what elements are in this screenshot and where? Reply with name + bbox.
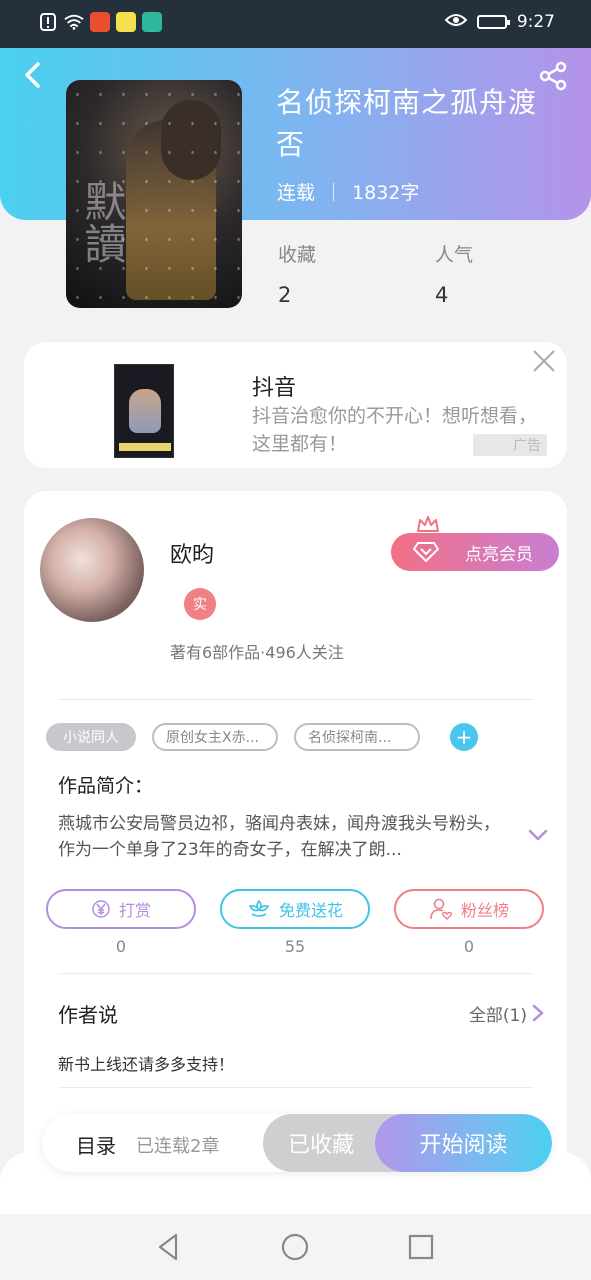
- divider: [58, 1087, 533, 1088]
- book-meta: 连载 1832字: [277, 178, 419, 205]
- ad-card[interactable]: 抖音 抖音治愈你的不开心！想听想看，这里都有！ 广告: [24, 342, 567, 468]
- back-icon[interactable]: [18, 60, 48, 90]
- reward-label: 打赏: [118, 901, 151, 920]
- ad-thumbnail[interactable]: [114, 364, 174, 458]
- book-detail-card: 欧昀 实 著有6部作品·496人关注 点亮会员 小说同人 原创女主X赤... 名…: [24, 491, 567, 1191]
- meta-divider: [333, 182, 335, 201]
- toc-button[interactable]: 目录: [76, 1130, 116, 1159]
- fan-count: 0: [463, 937, 475, 956]
- verified-badge: 实: [184, 588, 216, 620]
- eye-icon: [444, 12, 468, 32]
- vip-button[interactable]: 点亮会员: [391, 533, 559, 571]
- send-flower-button[interactable]: 免费送花: [220, 889, 370, 929]
- intro-text[interactable]: 燕城市公安局警员边祁，骆闻舟表妹，闻舟渡我头号粉头，作为一个单身了23年的奇女子…: [58, 811, 506, 863]
- alert-icon: [38, 12, 58, 32]
- avatar[interactable]: [40, 518, 144, 622]
- chevron-right-icon[interactable]: [531, 1003, 545, 1023]
- diamond-icon: [413, 542, 439, 562]
- add-tag-icon[interactable]: +: [450, 723, 478, 751]
- start-reading-button[interactable]: 开始阅读: [375, 1114, 552, 1172]
- reward-button[interactable]: 打赏: [46, 889, 196, 929]
- divider: [58, 973, 533, 974]
- nav-back-icon[interactable]: [154, 1232, 184, 1262]
- ad-title: 抖音: [252, 376, 297, 401]
- nav-home-icon[interactable]: [280, 1232, 310, 1262]
- stat-label: 人气: [435, 244, 474, 266]
- intro-label: 作品简介：: [58, 775, 154, 797]
- ad-label: 广告: [473, 434, 547, 456]
- tag-list: 小说同人 原创女主X赤... 名侦探柯南... +: [46, 723, 478, 751]
- serial-status: 连载: [277, 182, 316, 204]
- vip-button-label: 点亮会员: [465, 544, 533, 565]
- system-nav-bar: [0, 1214, 591, 1280]
- send-flower-label: 免费送花: [278, 901, 343, 920]
- bottom-action-bar: 目录 已连载2章 已收藏 开始阅读: [42, 1114, 552, 1172]
- stat-favorites: 收藏 2: [278, 240, 316, 307]
- yen-icon: [92, 900, 110, 918]
- stat-popularity: 人气 4: [435, 240, 473, 307]
- clock: 9:27: [516, 12, 555, 32]
- flower-icon: [248, 899, 270, 917]
- word-count: 1832字: [352, 182, 420, 204]
- fan-ranking-button[interactable]: 粉丝榜: [394, 889, 544, 929]
- wifi-icon: [64, 12, 84, 32]
- author-says-title: 作者说: [58, 1003, 118, 1027]
- author-says-text: 新书上线还请多多支持！: [58, 1055, 235, 1074]
- author-works-info: 著有6部作品·496人关注: [170, 643, 344, 662]
- collected-label: 已收藏: [287, 1133, 354, 1158]
- tag-chip[interactable]: 名侦探柯南...: [294, 723, 420, 751]
- book-title: 名侦探柯南之孤舟渡否: [276, 86, 538, 161]
- reward-count: 0: [115, 937, 127, 956]
- flower-count: 55: [284, 937, 306, 956]
- author-name[interactable]: 欧昀: [170, 537, 214, 569]
- app-icon-2: [116, 12, 136, 32]
- tag-chip[interactable]: 小说同人: [46, 723, 136, 751]
- tag-chip[interactable]: 原创女主X赤...: [152, 723, 278, 751]
- app-icon-3: [142, 12, 162, 32]
- battery-icon: [476, 15, 510, 29]
- stat-label: 收藏: [278, 244, 317, 266]
- book-cover[interactable]: 默讀: [66, 80, 242, 308]
- stat-value: 4: [435, 283, 449, 307]
- author-says-all-link[interactable]: 全部(1): [469, 1001, 527, 1026]
- fan-icon: [430, 898, 452, 920]
- nav-recents-icon[interactable]: [406, 1232, 436, 1262]
- status-bar: 9:27: [0, 0, 591, 48]
- chevron-down-icon[interactable]: [527, 827, 549, 843]
- divider: [58, 699, 533, 700]
- app-icon-1: [90, 12, 110, 32]
- chapter-count[interactable]: 已连载2章: [136, 1132, 219, 1158]
- crown-icon: [417, 516, 439, 532]
- fan-ranking-label: 粉丝榜: [460, 901, 509, 920]
- close-icon[interactable]: [531, 348, 557, 374]
- stat-value: 2: [278, 283, 292, 307]
